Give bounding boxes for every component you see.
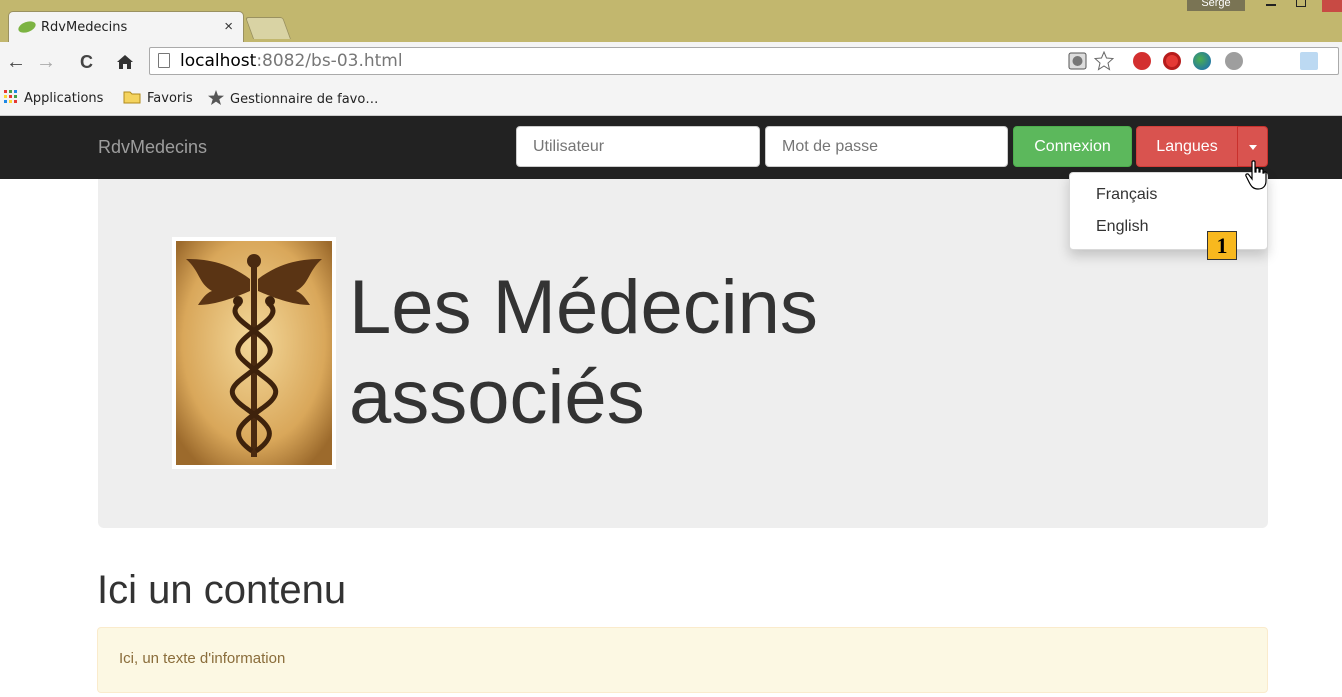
page-icon [158, 53, 170, 68]
stop-red-icon[interactable] [1163, 52, 1181, 70]
new-tab-button[interactable] [244, 17, 292, 39]
bookmarks-bar: Applications Favoris Gestionnaire de fav… [0, 84, 1342, 116]
bookmark-applications[interactable]: Applications [4, 90, 103, 106]
apps-grid-icon [4, 90, 17, 103]
star-outline-icon[interactable] [1094, 51, 1114, 71]
home-icon[interactable] [116, 53, 134, 71]
navbar-brand[interactable]: RdvMedecins [98, 137, 207, 158]
jetbrains-icon[interactable] [1300, 52, 1318, 70]
browser-tab[interactable]: RdvMedecins × [8, 11, 244, 42]
reload-icon[interactable]: C [80, 52, 93, 72]
site-navbar: RdvMedecins Connexion Langues [0, 116, 1342, 179]
shield-icon[interactable] [1068, 52, 1088, 70]
tab-close-icon[interactable]: × [224, 18, 233, 35]
languages-dropdown-menu: Français English [1069, 172, 1268, 250]
username-input[interactable] [516, 126, 760, 167]
minimize-icon[interactable] [1266, 4, 1276, 6]
folder-icon [123, 91, 141, 104]
browser-titlebar: RdvMedecins × Serge [0, 0, 1342, 42]
tab-title: RdvMedecins [41, 20, 128, 35]
close-window-icon[interactable] [1322, 0, 1342, 12]
password-input[interactable] [765, 126, 1008, 167]
login-button[interactable]: Connexion [1013, 126, 1132, 167]
jumbotron-title: Les Médecins associés [349, 265, 818, 440]
caduceus-icon [176, 241, 332, 465]
back-icon[interactable]: ← [6, 52, 26, 72]
window-controls [1262, 0, 1342, 12]
annotation-marker: 1 [1207, 231, 1237, 260]
star-icon [208, 90, 224, 105]
bookmark-favoris[interactable]: Favoris [123, 90, 193, 106]
adblock-icon[interactable] [1225, 52, 1243, 70]
alert-text: Ici, un texte d'information [119, 650, 286, 667]
language-item-francais[interactable]: Français [1096, 186, 1157, 204]
language-item-english[interactable]: English [1096, 218, 1148, 236]
spring-leaf-icon [18, 21, 36, 33]
forward-icon[interactable]: → [36, 52, 56, 72]
browser-toolbar: ← → C localhost:8082/bs-03.html [0, 42, 1342, 88]
hand-cursor-icon [1245, 160, 1267, 190]
languages-button[interactable]: Langues [1136, 126, 1238, 167]
content-title: Ici un contenu [97, 568, 347, 612]
info-alert: Ici, un texte d'information [97, 627, 1268, 693]
block-red-icon[interactable] [1133, 52, 1151, 70]
address-bar[interactable]: localhost:8082/bs-03.html [149, 47, 1339, 75]
caret-down-icon [1249, 145, 1257, 150]
maximize-icon[interactable] [1296, 0, 1306, 7]
profile-badge[interactable]: Serge [1187, 0, 1245, 11]
caduceus-logo [172, 237, 336, 469]
bookmark-manager[interactable]: Gestionnaire de favo… [208, 90, 378, 107]
url-text[interactable]: localhost:8082/bs-03.html [180, 51, 403, 71]
globe-icon[interactable] [1193, 52, 1211, 70]
